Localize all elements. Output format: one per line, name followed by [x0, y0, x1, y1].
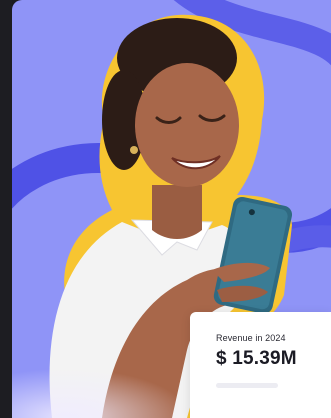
neck: [152, 185, 202, 239]
revenue-placeholder-bar: [216, 383, 278, 388]
revenue-label: Revenue in 2024: [216, 333, 286, 343]
side-panel-edge: [0, 0, 12, 418]
bottom-glow: [12, 368, 192, 418]
face: [135, 63, 239, 187]
earring: [130, 146, 138, 154]
promo-hero: Revenue in 2024 $ 15.39M: [0, 0, 331, 418]
revenue-card: Revenue in 2024 $ 15.39M: [190, 312, 331, 418]
revenue-value: $ 15.39M: [216, 348, 297, 369]
